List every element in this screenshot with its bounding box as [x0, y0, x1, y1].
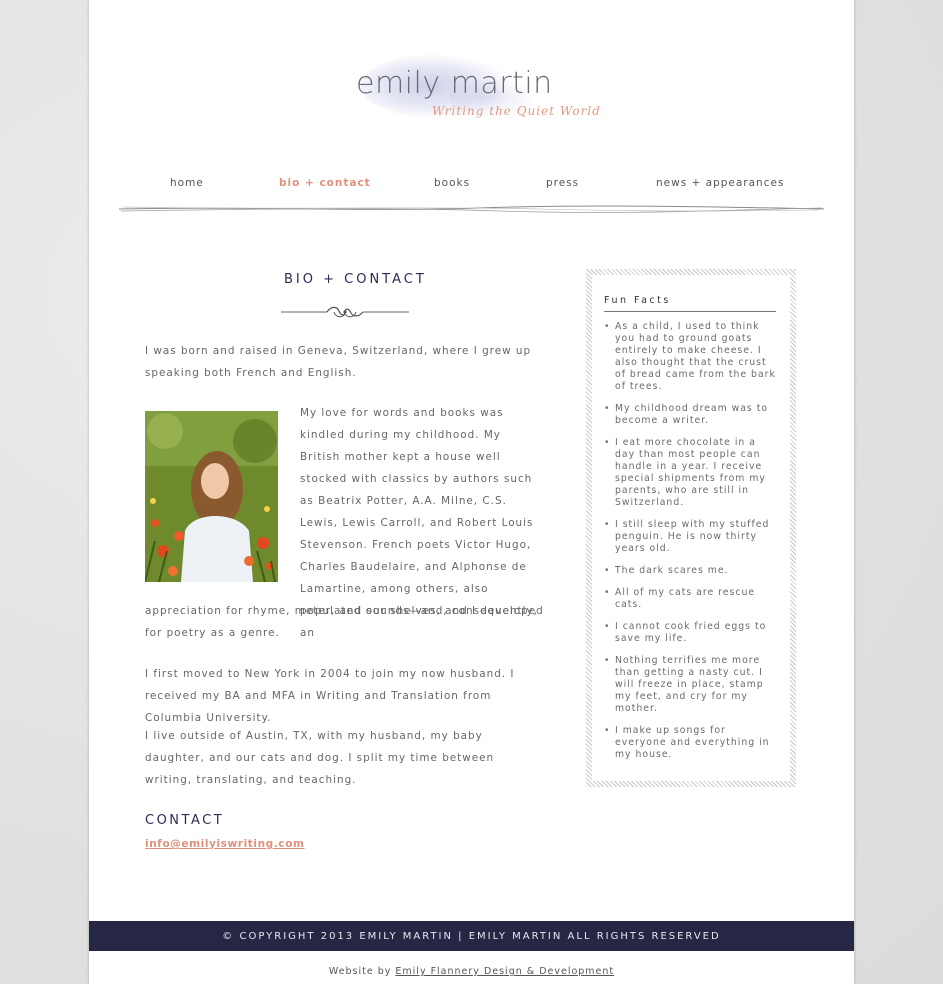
fun-fact-item: I cannot cook fried eggs to save my life…: [604, 621, 779, 645]
flourish-ornament: [281, 306, 409, 318]
contact-email-link[interactable]: info@emilyiswriting.com: [145, 838, 305, 850]
fun-facts-panel: Fun Facts As a child, I used to think yo…: [592, 275, 790, 781]
designer-link[interactable]: Emily Flannery Design & Development: [395, 966, 614, 977]
nav-news-appearances[interactable]: news + appearances: [656, 177, 784, 189]
bio-paragraph-2-continued: appreciation for rhyme, meter, and sound…: [145, 605, 538, 639]
credit-prefix: Website by: [328, 966, 392, 977]
nav-books[interactable]: books: [434, 177, 470, 189]
footer-bar: © COPYRIGHT 2013 EMILY MARTIN | EMILY MA…: [89, 921, 854, 951]
logo-name: emily martin: [356, 66, 553, 101]
fun-fact-item: All of my cats are rescue cats.: [604, 587, 779, 611]
site-credit: Website by Emily Flannery Design & Devel…: [89, 966, 854, 977]
fun-fact-item: I still sleep with my stuffed penguin. H…: [604, 519, 779, 555]
bio-paragraph-1: I was born and raised in Geneva, Switzer…: [145, 345, 532, 379]
main-nav: home bio + contact books press news + ap…: [89, 177, 854, 193]
fun-facts-sidebar: Fun Facts As a child, I used to think yo…: [586, 269, 796, 787]
nav-home[interactable]: home: [170, 177, 204, 189]
fun-fact-item: Nothing terrifies me more than getting a…: [604, 655, 779, 715]
fun-fact-item: My childhood dream was to become a write…: [604, 403, 779, 427]
nav-divider: [119, 205, 824, 213]
copyright-text: © COPYRIGHT 2013 EMILY MARTIN | EMILY MA…: [222, 930, 721, 942]
fun-fact-item: I eat more chocolate in a day than most …: [604, 437, 779, 509]
bio-paragraph-3: I first moved to New York in 2004 to joi…: [145, 668, 515, 724]
fun-fact-item: The dark scares me.: [604, 565, 779, 577]
author-photo: [145, 411, 278, 582]
page-title: BIO + CONTACT: [284, 272, 427, 287]
fun-facts-divider: [604, 311, 776, 312]
contact-heading: CONTACT: [145, 813, 225, 828]
fun-fact-item: I make up songs for everyone and everyth…: [604, 725, 779, 761]
site-logo[interactable]: emily martin Writing the Quiet World: [339, 48, 601, 128]
fun-facts-list: As a child, I used to think you had to g…: [604, 321, 779, 771]
nav-bio-contact[interactable]: bio + contact: [279, 177, 371, 189]
page: emily martin Writing the Quiet World hom…: [89, 0, 854, 984]
bio-paragraph-4: I live outside of Austin, TX, with my hu…: [145, 730, 495, 786]
logo-tagline: Writing the Quiet World: [432, 104, 601, 118]
nav-press[interactable]: press: [546, 177, 579, 189]
fun-fact-item: As a child, I used to think you had to g…: [604, 321, 779, 393]
fun-facts-title: Fun Facts: [604, 295, 671, 306]
